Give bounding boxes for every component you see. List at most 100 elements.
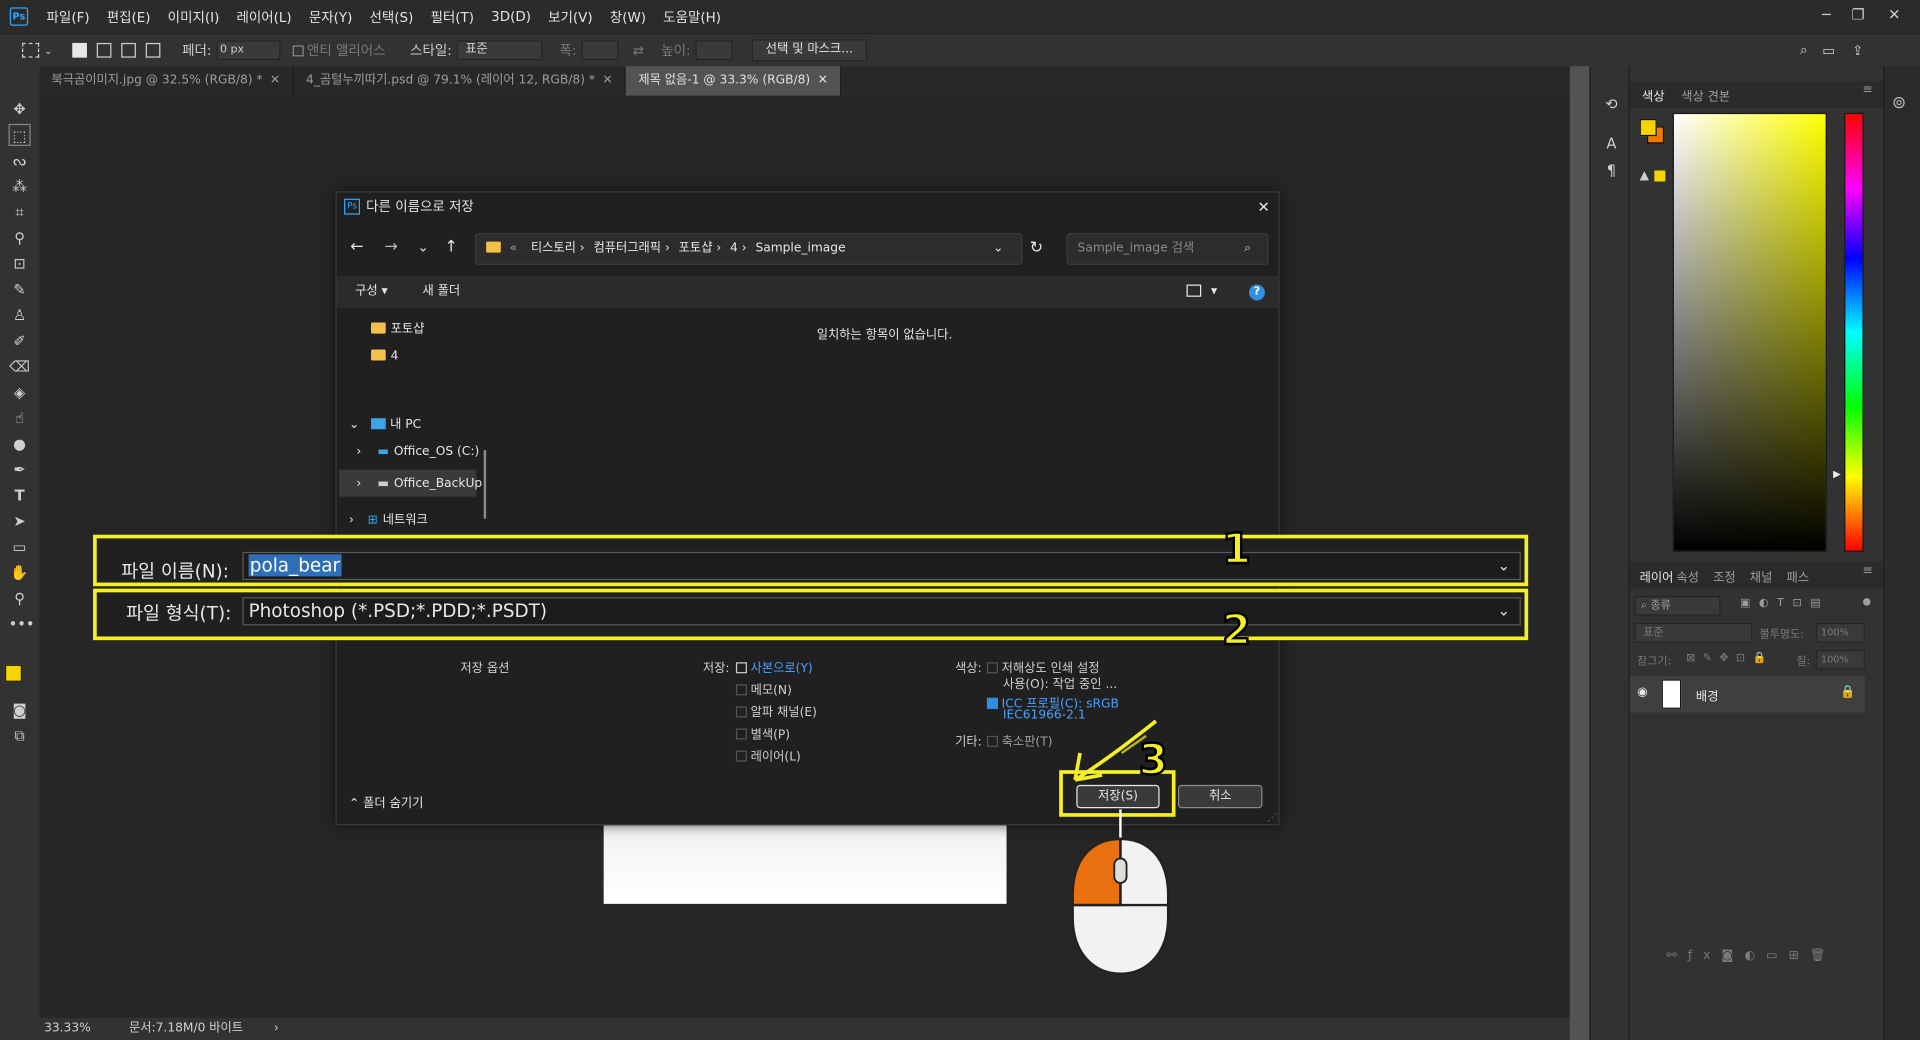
- breadcrumb-item[interactable]: Sample_image: [755, 242, 845, 255]
- address-bar[interactable]: « 티스토리 › 컴퓨터그래픽 › 포토샵 › 4 › Sample_image…: [475, 233, 1023, 265]
- close-tab-icon[interactable]: ✕: [270, 74, 280, 87]
- opacity-input[interactable]: 100%: [1815, 623, 1865, 643]
- path-select-icon[interactable]: ➤: [9, 510, 31, 532]
- menu-filter[interactable]: 필터(T): [430, 7, 474, 27]
- minimize-icon[interactable]: ─: [1822, 6, 1831, 23]
- file-list[interactable]: 일치하는 항목이 없습니다.: [496, 308, 1278, 535]
- tab-layers[interactable]: 레이어: [1640, 567, 1674, 585]
- chevron-right-icon[interactable]: ›: [274, 1022, 279, 1035]
- forward-arrow-icon[interactable]: →: [384, 238, 397, 256]
- subtract-selection-icon[interactable]: [120, 42, 136, 58]
- chevron-down-icon[interactable]: ⌄: [1498, 598, 1510, 624]
- breadcrumb-item[interactable]: 컴퓨터그래픽: [593, 242, 661, 255]
- cancel-button[interactable]: 취소: [1177, 784, 1263, 809]
- paint-bucket-icon[interactable]: ◈: [9, 381, 31, 403]
- breadcrumb-item[interactable]: 4: [730, 242, 738, 255]
- breadcrumb-item[interactable]: 포토샵: [679, 242, 713, 255]
- filter-toggle-icon[interactable]: ●: [1862, 596, 1871, 607]
- view-options-icon[interactable]: [1186, 284, 1202, 297]
- new-folder-button[interactable]: 새 폴더: [422, 276, 460, 308]
- history-brush-icon[interactable]: ✐: [9, 330, 31, 352]
- menu-3d[interactable]: 3D(D): [491, 9, 531, 25]
- zoom-tool-icon[interactable]: ⚲: [9, 587, 31, 609]
- lock-icon[interactable]: 🔒: [1840, 686, 1855, 699]
- feather-input[interactable]: 0 px: [216, 40, 280, 61]
- nav-item-office-backup[interactable]: › ▬ Office_BackUp: [356, 477, 482, 490]
- restore-icon[interactable]: ❐: [1851, 6, 1864, 23]
- character-panel-icon[interactable]: A: [1600, 132, 1622, 154]
- share-icon[interactable]: ⇪: [1852, 42, 1863, 58]
- zoom-level[interactable]: 33.33%: [44, 1022, 91, 1035]
- tab-document-3[interactable]: 제목 없음-1 @ 33.3% (RGB/8) ✕: [626, 66, 842, 96]
- overflow-chevron-icon[interactable]: «: [510, 242, 518, 255]
- pen-tool-icon[interactable]: ✒: [9, 459, 31, 481]
- chevron-down-icon[interactable]: ▾: [1211, 276, 1217, 308]
- marquee-preset-icon[interactable]: [22, 42, 40, 58]
- menu-layer[interactable]: 레이어(L): [236, 7, 291, 27]
- layer-row-background[interactable]: ◉ 배경 🔒: [1629, 675, 1865, 713]
- spot-colors-checkbox[interactable]: 별색(P): [735, 724, 790, 742]
- back-arrow-icon[interactable]: ←: [350, 238, 363, 256]
- quick-mask-icon[interactable]: ◙: [9, 699, 31, 721]
- nav-scrollbar[interactable]: [483, 450, 487, 519]
- smudge-tool-icon[interactable]: ☝: [9, 407, 31, 429]
- tab-document-2[interactable]: 4_곰털누끼따기.psd @ 79.1% (레이어 12, RGB/8) * ✕: [294, 66, 627, 96]
- chevron-down-icon[interactable]: ⌄: [44, 45, 52, 56]
- menu-type[interactable]: 문자(Y): [309, 7, 353, 27]
- screen-mode-icon[interactable]: ⧉: [9, 725, 31, 747]
- alpha-channels-checkbox[interactable]: 알파 채널(E): [735, 702, 817, 720]
- nav-item-network[interactable]: › ⊞ 네트워크: [349, 509, 428, 527]
- hide-folders-button[interactable]: ⌃ 폴더 숨기기: [349, 792, 423, 810]
- blend-mode-select[interactable]: 표준: [1634, 623, 1753, 643]
- dodge-tool-icon[interactable]: ●: [9, 433, 31, 455]
- add-selection-icon[interactable]: [96, 42, 112, 58]
- menu-file[interactable]: 파일(F): [47, 7, 90, 27]
- close-icon[interactable]: ✕: [1258, 193, 1270, 222]
- swap-icon[interactable]: ⇄: [633, 42, 644, 58]
- up-arrow-icon[interactable]: ↑: [444, 238, 457, 256]
- fill-input[interactable]: 100%: [1815, 649, 1865, 670]
- notes-checkbox[interactable]: 메모(N): [735, 679, 792, 698]
- height-input[interactable]: [695, 40, 733, 61]
- history-panel-icon[interactable]: ⟲: [1600, 93, 1622, 115]
- eyedropper-icon[interactable]: ⚲: [9, 227, 31, 249]
- search-input[interactable]: Sample_image 검색 ⌕: [1066, 233, 1269, 265]
- file-name-input[interactable]: pola_bear ⌄: [242, 551, 1521, 581]
- layer-footer-icons[interactable]: ⚯ƒx◙◐▭⊞🗑: [1667, 949, 1837, 962]
- document-canvas[interactable]: [603, 824, 1007, 904]
- intersect-selection-icon[interactable]: [145, 42, 161, 58]
- recent-locations-icon[interactable]: ⌄: [418, 239, 429, 255]
- hue-slider-handle-icon[interactable]: ▶: [1833, 468, 1841, 479]
- select-and-mask-button[interactable]: 선택 및 마스크...: [751, 39, 867, 62]
- panel-menu-icon[interactable]: ≡: [1862, 83, 1872, 96]
- as-copy-checkbox[interactable]: 사본으로(Y): [735, 657, 813, 676]
- creative-cloud-icon[interactable]: ⊚: [1892, 93, 1906, 113]
- rectangle-tool-icon[interactable]: ▭: [9, 536, 31, 558]
- workspace-icon[interactable]: ▭: [1822, 42, 1835, 58]
- new-selection-icon[interactable]: [71, 42, 87, 58]
- chevron-down-icon[interactable]: ⌄: [1498, 553, 1510, 579]
- nav-item-photoshop[interactable]: 포토샵: [371, 318, 424, 336]
- menu-edit[interactable]: 편집(E): [107, 7, 151, 27]
- nav-item-my-pc[interactable]: ⌄ 내 PC: [349, 413, 421, 432]
- crop-tool-icon[interactable]: ⌗: [9, 201, 31, 223]
- search-icon[interactable]: ⌕: [1800, 42, 1808, 59]
- layer-name[interactable]: 배경: [1696, 686, 1719, 703]
- color-picker-field[interactable]: [1672, 112, 1827, 552]
- web-safe-swatch[interactable]: [1654, 170, 1666, 182]
- menu-help[interactable]: 도움말(H): [663, 7, 721, 27]
- foreground-color-swatch[interactable]: [4, 664, 23, 682]
- organize-button[interactable]: 구성 ▾: [355, 276, 388, 308]
- tab-document-1[interactable]: 북극곰이미지.jpg @ 32.5% (RGB/8) * ✕: [39, 66, 294, 96]
- layer-filter-icons[interactable]: ▣◐T⊡▤: [1740, 597, 1829, 609]
- move-tool-icon[interactable]: ✥: [9, 98, 31, 120]
- type-tool-icon[interactable]: T: [9, 484, 31, 506]
- help-icon[interactable]: ?: [1248, 284, 1265, 301]
- menu-window[interactable]: 창(W): [610, 7, 646, 27]
- tab-swatches[interactable]: 색상 견본: [1681, 86, 1730, 104]
- antialias-checkbox[interactable]: [292, 44, 304, 56]
- menu-view[interactable]: 보기(V): [548, 7, 593, 27]
- panel-fg-swatch[interactable]: [1639, 118, 1657, 137]
- menu-image[interactable]: 이미지(I): [168, 7, 220, 27]
- tab-properties[interactable]: 속성: [1676, 567, 1699, 585]
